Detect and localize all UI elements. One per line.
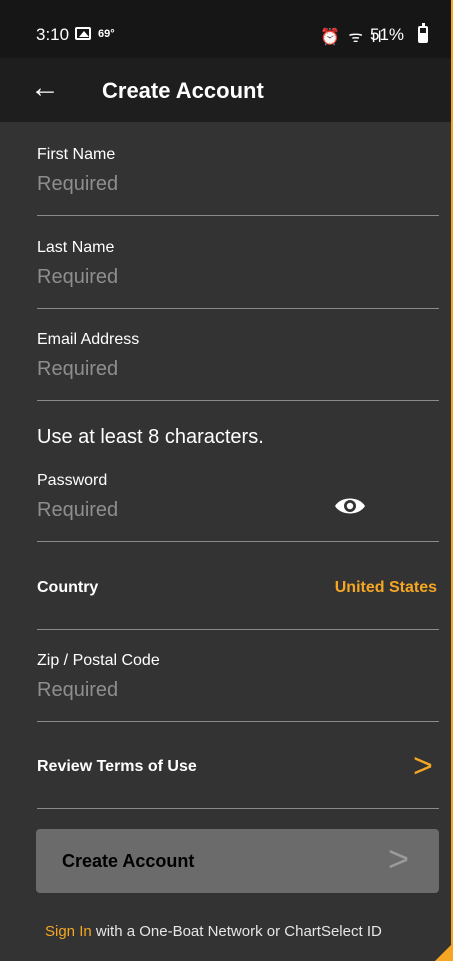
last-name-input[interactable] xyxy=(37,263,327,291)
chevron-right-icon: > xyxy=(413,747,433,785)
first-name-label: First Name xyxy=(37,146,116,163)
review-terms-row[interactable]: Review Terms of Use > xyxy=(37,747,439,788)
status-bar: 3:10 69° ⏰ ᯤ ıl 51% xyxy=(0,0,451,58)
gallery-notification-icon xyxy=(75,27,91,40)
divider xyxy=(37,308,439,309)
password-hint: Use at least 8 characters. xyxy=(37,426,264,448)
first-name-input[interactable] xyxy=(37,170,327,198)
create-account-button[interactable]: Create Account > xyxy=(36,829,439,893)
divider xyxy=(37,400,439,401)
zip-input[interactable] xyxy=(37,676,327,704)
password-input[interactable] xyxy=(37,496,327,524)
battery-percent: 51% xyxy=(370,25,405,44)
country-label: Country xyxy=(37,579,99,596)
divider xyxy=(37,721,439,722)
email-label: Email Address xyxy=(37,331,140,348)
zip-label: Zip / Postal Code xyxy=(37,652,160,669)
email-input[interactable] xyxy=(37,355,327,383)
divider xyxy=(37,808,439,809)
last-name-label: Last Name xyxy=(37,239,115,256)
divider xyxy=(37,629,439,630)
password-label: Password xyxy=(37,472,108,489)
app-bar: ← Create Account xyxy=(0,58,451,122)
sign-in-line: Sign In with a One-Boat Network or Chart… xyxy=(45,923,382,940)
back-arrow-icon[interactable]: ← xyxy=(30,72,60,104)
review-terms-label: Review Terms of Use xyxy=(37,758,197,775)
divider xyxy=(37,541,439,542)
country-select[interactable]: United States xyxy=(335,579,437,597)
status-time: 3:10 xyxy=(36,25,70,44)
corner-decoration xyxy=(435,945,451,961)
show-password-eye-icon[interactable] xyxy=(333,493,367,519)
create-account-button-label: Create Account xyxy=(62,851,195,871)
sign-in-link[interactable]: Sign In xyxy=(45,923,92,940)
divider xyxy=(37,215,439,216)
sign-in-description: with a One-Boat Network or ChartSelect I… xyxy=(91,923,382,940)
battery-icon xyxy=(418,23,428,43)
page-title: Create Account xyxy=(102,78,264,103)
status-temperature: 69° xyxy=(98,28,115,40)
screen: 3:10 69° ⏰ ᯤ ıl 51% ← Create Account Fir… xyxy=(0,0,453,961)
chevron-right-icon: > xyxy=(388,838,410,879)
